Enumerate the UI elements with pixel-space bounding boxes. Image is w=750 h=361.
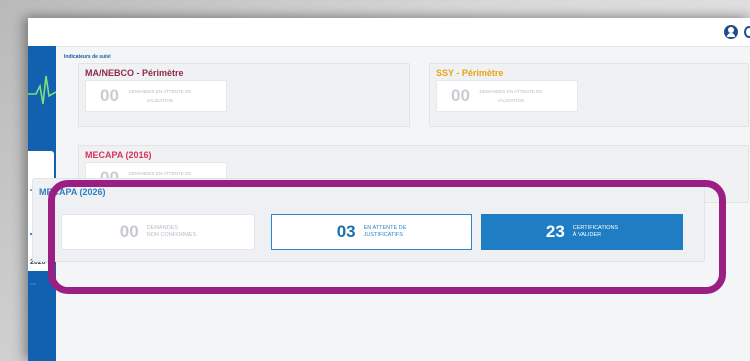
top-bar [28,18,750,47]
tile-label: DEMANDES NON CONFORMES [147,225,197,239]
tile-label-line2: JUSTIFICATIFS [363,232,403,238]
tile-value: 00 [451,86,470,105]
non-compliant-requests-tile[interactable]: 00 DEMANDES NON CONFORMES [61,214,255,250]
awaiting-documents-tile[interactable]: 03 EN ATTENTE DE JUSTIFICATIFS [271,214,472,250]
partial-menu-icon[interactable] [744,26,750,38]
pending-validation-tile[interactable]: 00 DEMANDES EN ATTENTE DE VALIDATION [436,80,578,112]
tile-value: 23 [545,222,565,241]
tile-value: 00 [100,86,119,105]
tile-value: 03 [336,222,356,241]
sidebar-link-2[interactable]: ▬ [30,281,36,287]
tile-label-line1: EN ATTENTE DE [363,225,407,231]
tile-label: CERTIFICATIONS À VALIDER [573,225,618,239]
tile-label: DEMANDES EN ATTENTE DE VALIDATION [479,89,543,103]
tile-label-line1: CERTIFICATIONS [572,225,619,231]
tile-value: 00 [119,222,139,241]
tile-label: EN ATTENTE DE JUSTIFICATIFS [364,225,407,239]
user-circle-icon[interactable] [724,25,738,39]
tile-label-line2: NON CONFORMES [146,232,197,238]
pulse-chart-icon [28,75,56,105]
tile-label: DEMANDES EN ATTENTE DE VALIDATION [128,89,192,103]
card-ma-nebco: MA/NEBCO - Périmètre 00 DEMANDES EN ATTE… [78,63,410,127]
card-title: MECAPA (2026) [39,187,106,197]
card-title: MA/NEBCO - Périmètre [85,68,184,78]
card-ssy: SSY - Périmètre 00 DEMANDES EN ATTENTE D… [429,63,749,127]
pending-validation-tile[interactable]: 00 DEMANDES EN ATTENTE DE VALIDATION [85,80,227,112]
tile-label-line2: À VALIDER [572,232,602,238]
card-mecapa-2026: MECAPA (2026) 00 DEMANDES NON CONFORMES … [32,178,705,262]
certifications-to-validate-tile[interactable]: 23 CERTIFICATIONS À VALIDER [481,214,683,250]
section-title: Indicateurs de suivi [64,54,111,60]
tile-label-line1: DEMANDES [146,225,178,231]
card-title: MECAPA (2016) [85,150,152,160]
card-title: SSY - Périmètre [436,68,504,78]
